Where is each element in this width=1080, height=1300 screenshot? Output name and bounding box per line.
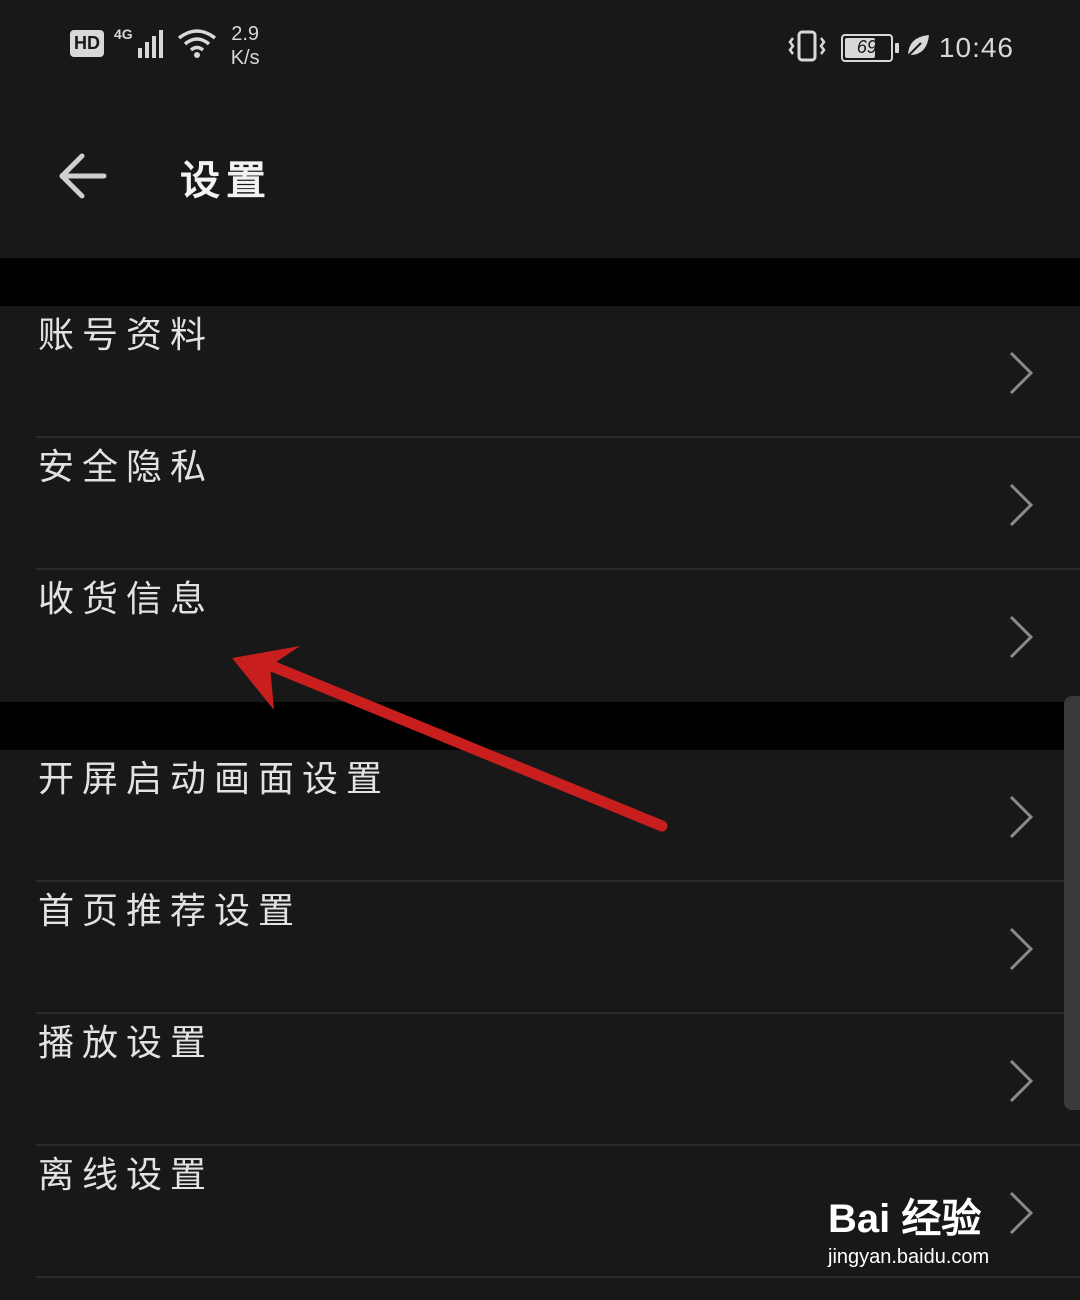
page-title: 设置 xyxy=(180,157,272,204)
signal-icon xyxy=(135,22,163,58)
settings-item-shipping-info[interactable]: 收货信息 xyxy=(0,570,1080,702)
network-speed: 2.9 K/s xyxy=(231,22,260,70)
scrollbar[interactable] xyxy=(1064,696,1080,1110)
settings-item-label: 离线设置 xyxy=(38,1155,215,1196)
chevron-right-icon xyxy=(1008,614,1034,664)
watermark-logo: Bai 经验 xyxy=(828,1197,982,1241)
settings-item-playback[interactable]: 播放设置 xyxy=(0,1014,1080,1146)
settings-item-label: 开屏启动画面设置 xyxy=(38,759,391,800)
app-header: 设置 xyxy=(0,100,1080,258)
chevron-right-icon xyxy=(1008,350,1034,400)
status-right: 69 10:46 xyxy=(787,30,1014,66)
chevron-right-icon xyxy=(1008,1058,1034,1108)
wifi-icon xyxy=(177,28,217,62)
section-separator xyxy=(0,258,1080,306)
chevron-right-icon xyxy=(1008,794,1034,844)
settings-item-label: 收货信息 xyxy=(38,579,215,620)
settings-group-account: 账号资料 安全隐私 收货信息 xyxy=(0,306,1080,702)
battery-tip xyxy=(894,43,899,53)
speed-unit: K/s xyxy=(230,47,260,69)
settings-item-label: 账号资料 xyxy=(38,315,215,356)
baidu-jingyan-watermark: Bai 经验 jingyan.baidu.com xyxy=(828,1186,1028,1278)
settings-item-label: 播放设置 xyxy=(38,1023,215,1064)
speed-value: 2.9 xyxy=(231,23,260,45)
hd-badge: HD xyxy=(70,30,104,57)
battery-level: 69 xyxy=(856,37,877,57)
chevron-right-icon xyxy=(1008,926,1034,976)
status-left: HD 4G 2.9 K/s xyxy=(70,22,260,70)
chevron-right-icon xyxy=(1008,482,1034,532)
back-arrow-icon xyxy=(59,153,107,199)
settings-item-splash-screen[interactable]: 开屏启动画面设置 xyxy=(0,750,1080,882)
status-bar: HD 4G 2.9 K/s 69 10:46 xyxy=(0,0,1080,100)
battery-icon: 69 xyxy=(840,34,893,62)
settings-item-label: 安全隐私 xyxy=(38,447,215,488)
settings-item-home-recommend[interactable]: 首页推荐设置 xyxy=(0,882,1080,1014)
watermark-url: jingyan.baidu.com xyxy=(828,1246,990,1268)
clock: 10:46 xyxy=(938,32,1014,63)
back-button[interactable] xyxy=(54,146,114,206)
eco-leaf-icon xyxy=(905,33,931,63)
vibrate-icon xyxy=(787,30,827,66)
section-separator xyxy=(0,702,1080,750)
settings-item-security-privacy[interactable]: 安全隐私 xyxy=(0,438,1080,570)
settings-item-account-info[interactable]: 账号资料 xyxy=(0,306,1080,438)
settings-item-label: 首页推荐设置 xyxy=(38,891,303,932)
network-type: 4G xyxy=(114,26,133,42)
